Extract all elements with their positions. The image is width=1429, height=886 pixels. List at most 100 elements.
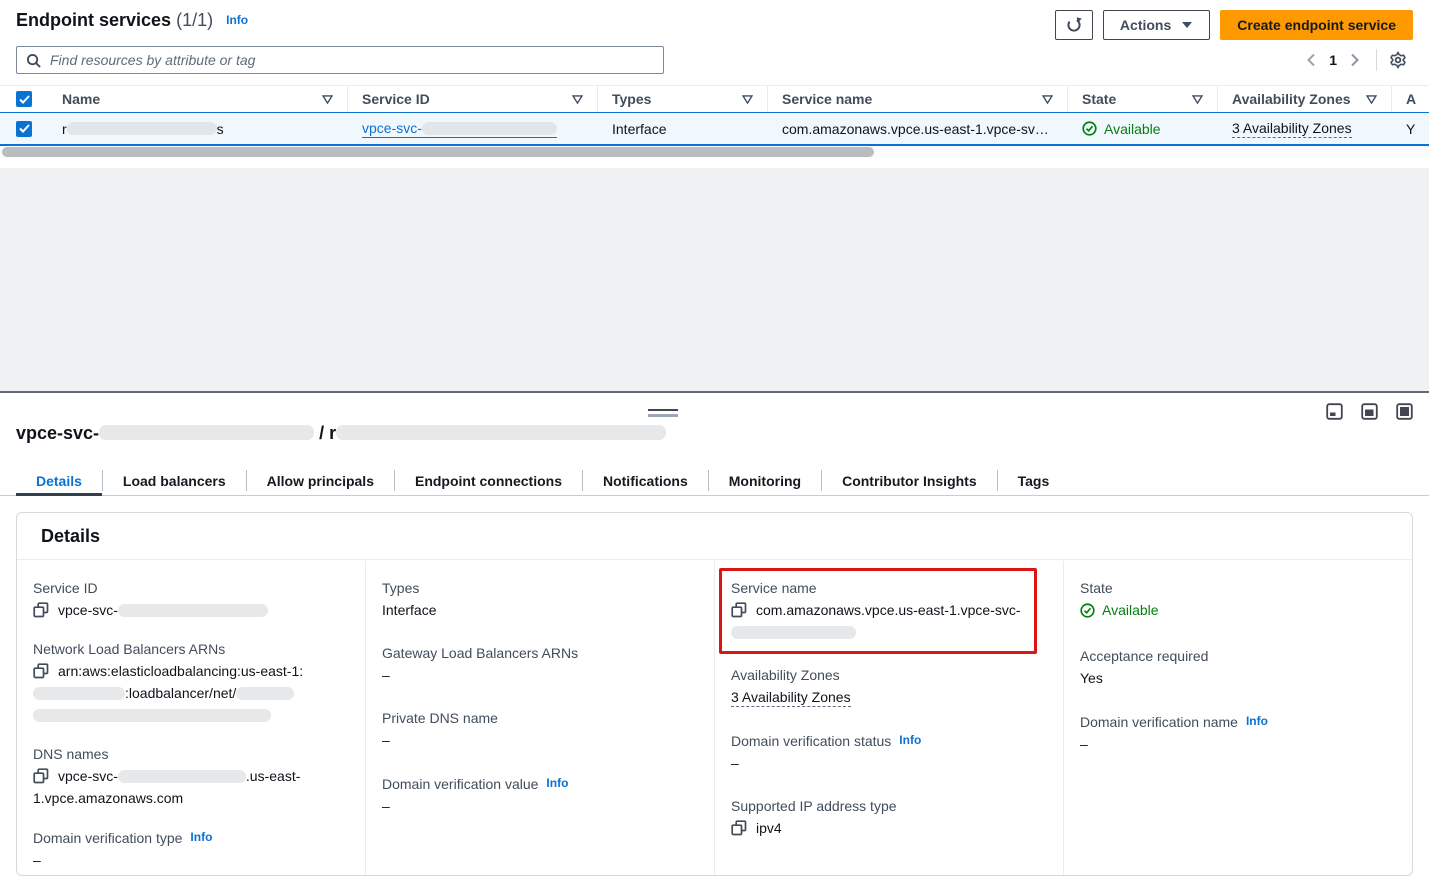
info-link[interactable]: Info xyxy=(190,830,212,844)
field-value: vpce-svc-.us-east-1.vpce.amazonaws.com xyxy=(33,765,341,809)
info-link[interactable]: Info xyxy=(899,733,921,747)
check-circle-icon xyxy=(1082,121,1097,136)
panel-title: vpce-svc- / r xyxy=(16,423,666,444)
refresh-button[interactable] xyxy=(1055,10,1093,40)
column-header-state[interactable]: State xyxy=(1068,86,1218,112)
field-label: Domain verification valueInfo xyxy=(382,772,690,795)
panel-layout-controls xyxy=(1326,403,1413,420)
create-endpoint-service-button[interactable]: Create endpoint service xyxy=(1220,10,1413,40)
panel-size-small-icon[interactable] xyxy=(1326,403,1343,420)
field-state: State Available xyxy=(1080,577,1388,624)
field-label: Types xyxy=(382,577,690,599)
field-value: Yes xyxy=(1080,667,1388,689)
filter-icon[interactable] xyxy=(322,95,333,104)
tab-contributor-insights[interactable]: Contributor Insights xyxy=(822,466,997,495)
copy-icon[interactable] xyxy=(731,602,747,618)
details-card-body: Service ID vpce-svc- Network Load Balanc… xyxy=(17,561,1412,875)
current-page-number[interactable]: 1 xyxy=(1329,52,1337,68)
tab-monitoring[interactable]: Monitoring xyxy=(709,466,821,495)
search-input[interactable] xyxy=(48,51,654,69)
details-column-2: Types Interface Gateway Load Balancers A… xyxy=(365,561,714,875)
filter-icon[interactable] xyxy=(572,95,583,104)
tab-allow-principals[interactable]: Allow principals xyxy=(247,466,394,495)
name-prefix: r xyxy=(62,121,67,137)
panel-size-full-icon[interactable] xyxy=(1396,403,1413,420)
tab-tags[interactable]: Tags xyxy=(998,466,1070,495)
field-value: ipv4 xyxy=(731,817,1039,839)
field-availability-zones: Availability Zones 3 Availability Zones xyxy=(731,664,1039,708)
column-header-types[interactable]: Types xyxy=(598,86,768,112)
filter-icon[interactable] xyxy=(1192,95,1203,104)
column-label: Service ID xyxy=(362,91,430,107)
column-header-availability-zones[interactable]: Availability Zones xyxy=(1218,86,1392,112)
field-value: – xyxy=(731,752,1039,774)
tab-details[interactable]: Details xyxy=(16,466,102,495)
field-domain-verification-type: Domain verification typeInfo – xyxy=(33,826,341,871)
filter-icon[interactable] xyxy=(1366,95,1377,104)
next-page-button[interactable] xyxy=(1349,53,1360,67)
title-info-link[interactable]: Info xyxy=(226,13,248,27)
field-nlb-arns: Network Load Balancers ARNs arn:aws:elas… xyxy=(33,638,341,726)
column-label: Name xyxy=(62,91,100,107)
panel-title-separator: / xyxy=(319,423,324,443)
field-dns-names: DNS names vpce-svc-.us-east-1.vpce.amazo… xyxy=(33,743,341,809)
tab-notifications[interactable]: Notifications xyxy=(583,466,708,495)
content-background xyxy=(0,168,1429,393)
field-label: DNS names xyxy=(33,743,341,765)
redacted-text xyxy=(236,687,294,700)
copy-icon[interactable] xyxy=(33,663,49,679)
info-link[interactable]: Info xyxy=(546,776,568,790)
page-title: Endpoint services (1/1) Info xyxy=(16,10,248,31)
details-card: Details Service ID vpce-svc- Network Loa… xyxy=(16,512,1413,876)
dns-part3: 1.vpce.amazonaws.com xyxy=(33,790,183,806)
search-box[interactable] xyxy=(16,46,664,74)
copy-icon[interactable] xyxy=(33,602,49,618)
refresh-icon xyxy=(1066,17,1082,33)
panel-title-second-prefix: r xyxy=(329,423,336,443)
split-panel-drag-handle[interactable] xyxy=(648,409,678,417)
column-header-service-id[interactable]: Service ID xyxy=(348,86,598,112)
field-label: Service name xyxy=(731,577,1025,599)
tab-endpoint-connections[interactable]: Endpoint connections xyxy=(395,466,582,495)
highlight-box: Service name com.amazonaws.vpce.us-east-… xyxy=(719,568,1037,654)
info-link[interactable]: Info xyxy=(1246,714,1268,728)
cell-service-name: com.amazonaws.vpce.us-east-1.vpce-sv… xyxy=(768,113,1068,144)
field-label: Service ID xyxy=(33,577,341,599)
preferences-gear-icon[interactable] xyxy=(1389,51,1407,69)
column-header-clipped[interactable]: A xyxy=(1392,86,1429,112)
field-supported-ip-type: Supported IP address type ipv4 xyxy=(731,795,1039,839)
copy-icon[interactable] xyxy=(731,820,747,836)
service-id-link[interactable]: vpce-svc- xyxy=(362,120,557,138)
availability-zones-link[interactable]: 3 Availability Zones xyxy=(731,689,851,707)
page-title-text: Endpoint services xyxy=(16,10,171,30)
field-label: Domain verification nameInfo xyxy=(1080,710,1388,733)
search-icon xyxy=(26,53,41,68)
field-value: Interface xyxy=(382,599,690,621)
filter-icon[interactable] xyxy=(1042,95,1053,104)
previous-page-button[interactable] xyxy=(1306,53,1317,67)
check-circle-icon xyxy=(1080,603,1095,618)
tab-load-balancers[interactable]: Load balancers xyxy=(103,466,246,495)
panel-size-medium-icon[interactable] xyxy=(1361,403,1378,420)
availability-zones-link[interactable]: 3 Availability Zones xyxy=(1232,120,1352,138)
select-all-checkbox[interactable] xyxy=(16,91,32,107)
column-header-name[interactable]: Name xyxy=(48,86,348,112)
horizontal-scrollbar-thumb[interactable] xyxy=(2,147,874,157)
details-column-4: State Available Acceptance required Yes xyxy=(1063,561,1412,875)
actions-button[interactable]: Actions xyxy=(1103,10,1210,40)
filter-icon[interactable] xyxy=(742,95,753,104)
column-header-service-name[interactable]: Service name xyxy=(768,86,1068,112)
row-checkbox[interactable] xyxy=(16,121,32,137)
dns-part2: .us-east- xyxy=(246,768,300,784)
field-value: – xyxy=(382,664,690,686)
copy-icon[interactable] xyxy=(33,768,49,784)
field-domain-verification-status: Domain verification statusInfo – xyxy=(731,729,1039,774)
name-suffix: s xyxy=(217,121,224,137)
table-row[interactable]: rs vpce-svc- Interface com.amazonaws.vpc… xyxy=(0,112,1429,146)
panel-title-prefix: vpce-svc- xyxy=(16,423,99,443)
field-label: Domain verification typeInfo xyxy=(33,826,341,849)
state-label: Available xyxy=(1102,599,1159,621)
service-id-text: vpce-svc- xyxy=(58,602,118,618)
field-types: Types Interface xyxy=(382,577,690,621)
column-label: Types xyxy=(612,91,651,107)
